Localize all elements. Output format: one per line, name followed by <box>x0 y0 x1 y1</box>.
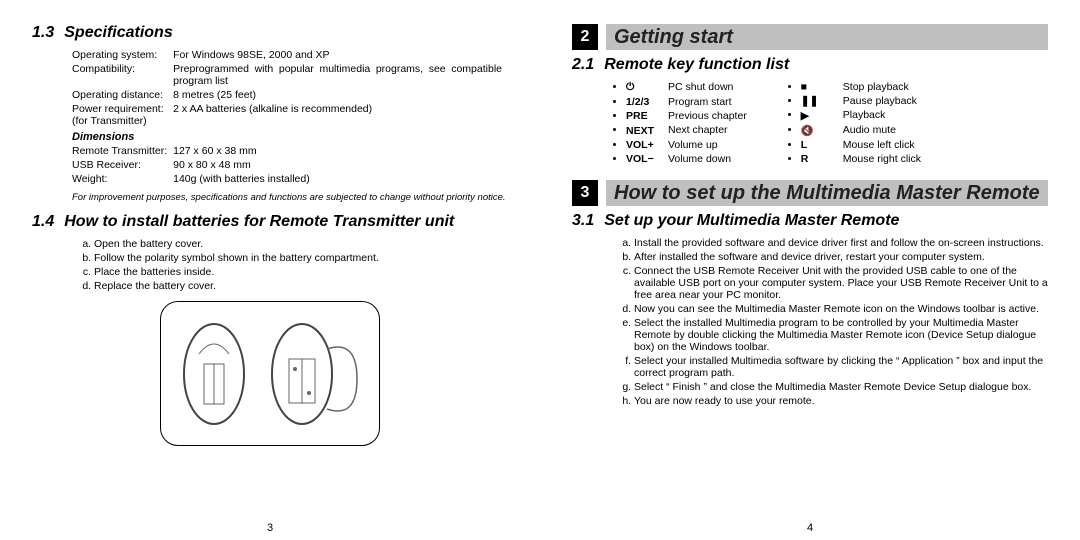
voldown-key: VOL− <box>626 153 668 165</box>
spec-weight-label: Weight: <box>72 172 173 186</box>
key-desc: PC shut down <box>668 81 733 93</box>
heading-1-3-title: Specifications <box>64 24 172 42</box>
heading-2: 2 Getting start <box>572 24 1048 50</box>
list-item: VOL−Volume down <box>626 152 747 166</box>
list-item: Place the batteries inside. <box>94 265 508 279</box>
next-key: NEXT <box>626 125 668 137</box>
heading-3: 3 How to set up the Multimedia Master Re… <box>572 180 1048 206</box>
pre-key: PRE <box>626 110 668 122</box>
spec-usb-label: USB Receiver: <box>72 158 173 172</box>
steps-3-1: Install the provided software and device… <box>634 236 1048 408</box>
key-desc: Previous chapter <box>668 110 747 122</box>
heading-2-1: 2.1 Remote key function list <box>572 56 1048 74</box>
heading-3-1-title: Set up your Multimedia Master Remote <box>604 212 899 230</box>
list-item: RMouse right click <box>801 152 921 166</box>
key-list-col-2: ■Stop playback ❚❚Pause playback ▶Playbac… <box>801 80 921 166</box>
heading-2-title: Getting start <box>606 24 1048 50</box>
list-item: LMouse left click <box>801 138 921 152</box>
key-desc: Playback <box>843 109 886 121</box>
list-item: Connect the USB Remote Receiver Unit wit… <box>634 264 1048 302</box>
heading-3-1: 3.1 Set up your Multimedia Master Remote <box>572 212 1048 230</box>
list-item: ❚❚Pause playback <box>801 94 921 108</box>
list-item: PREPrevious chapter <box>626 109 747 123</box>
page-left: 1.3 Specifications Operating system: For… <box>0 0 540 540</box>
list-item: 🔇Audio mute <box>801 123 921 138</box>
spec-table: Operating system: For Windows 98SE, 2000… <box>72 48 508 186</box>
spec-comp-value: Preprogrammed with popular multimedia pr… <box>173 62 508 88</box>
volup-key: VOL+ <box>626 139 668 151</box>
list-item: Install the provided software and device… <box>634 236 1048 250</box>
rightclick-key: R <box>801 153 843 165</box>
steps-1-4: Open the battery cover. Follow the polar… <box>94 237 508 293</box>
spec-rt-value: 127 x 60 x 38 mm <box>173 144 508 158</box>
list-item: Select “ Finish ” and close the Multimed… <box>634 380 1048 394</box>
heading-2-1-title: Remote key function list <box>604 56 789 74</box>
list-item: ▶Playback <box>801 108 921 122</box>
leftclick-key: L <box>801 139 843 151</box>
heading-3-num: 3 <box>572 180 598 206</box>
heading-2-num: 2 <box>572 24 598 50</box>
power-icon: ⏻ <box>626 81 668 94</box>
spec-comp-label: Compatibility: <box>72 62 173 88</box>
dimensions-heading: Dimensions <box>72 131 502 143</box>
list-item: ■Stop playback <box>801 80 921 94</box>
heading-2-1-num: 2.1 <box>572 56 594 74</box>
page-number-right: 4 <box>807 522 813 534</box>
key-desc: Stop playback <box>843 81 909 93</box>
key-function-list: ⏻PC shut down 1/2/3Program start PREPrev… <box>612 80 1048 166</box>
spec-weight-value: 140g (with batteries installed) <box>173 172 508 186</box>
stop-icon: ■ <box>801 81 843 93</box>
heading-3-1-num: 3.1 <box>572 212 594 230</box>
spec-dist-label: Operating distance: <box>72 88 173 102</box>
spec-footnote: For improvement purposes, specifications… <box>72 192 508 203</box>
list-item: You are now ready to use your remote. <box>634 394 1048 408</box>
list-item: 1/2/3Program start <box>626 95 747 109</box>
spec-rt-label: Remote Transmitter: <box>72 144 173 158</box>
list-item: Replace the battery cover. <box>94 279 508 293</box>
key-desc: Volume up <box>668 139 718 151</box>
remote-closed-illustration <box>179 319 249 429</box>
heading-1-4: 1.4 How to install batteries for Remote … <box>32 213 508 231</box>
key-desc: Audio mute <box>843 124 896 136</box>
heading-1-4-num: 1.4 <box>32 213 54 231</box>
list-item: NEXTNext chapter <box>626 123 747 137</box>
page-right: 2 Getting start 2.1 Remote key function … <box>540 0 1080 540</box>
list-item: Select your installed Multimedia softwar… <box>634 354 1048 380</box>
battery-install-figure <box>160 301 380 446</box>
spec-os-value: For Windows 98SE, 2000 and XP <box>173 48 508 62</box>
spec-os-label: Operating system: <box>72 48 173 62</box>
heading-3-title: How to set up the Multimedia Master Remo… <box>606 180 1048 206</box>
program-key: 1/2/3 <box>626 96 668 108</box>
spec-usb-value: 90 x 80 x 48 mm <box>173 158 508 172</box>
spec-power-value: 2 x AA batteries (alkaline is recommende… <box>173 102 508 128</box>
key-desc: Mouse right click <box>843 153 921 165</box>
key-desc: Program start <box>668 96 732 108</box>
spec-power-label: Power requirement: (for Transmitter) <box>72 102 173 128</box>
list-item: Now you can see the Multimedia Master Re… <box>634 302 1048 316</box>
heading-1-4-title: How to install batteries for Remote Tran… <box>64 213 454 231</box>
key-desc: Next chapter <box>668 124 728 136</box>
list-item: ⏻PC shut down <box>626 80 747 95</box>
key-desc: Mouse left click <box>843 139 915 151</box>
list-item: After installed the software and device … <box>634 250 1048 264</box>
pause-icon: ❚❚ <box>801 95 843 107</box>
mute-icon: 🔇 <box>801 124 843 137</box>
remote-open-illustration <box>267 319 362 429</box>
list-item: Follow the polarity symbol shown in the … <box>94 251 508 265</box>
list-item: VOL+Volume up <box>626 138 747 152</box>
list-item: Select the installed Multimedia program … <box>634 316 1048 354</box>
heading-1-3: 1.3 Specifications <box>32 24 508 42</box>
key-list-col-1: ⏻PC shut down 1/2/3Program start PREPrev… <box>626 80 747 166</box>
play-icon: ▶ <box>801 110 843 122</box>
page-number-left: 3 <box>267 522 273 534</box>
key-desc: Volume down <box>668 153 731 165</box>
key-desc: Pause playback <box>843 95 917 107</box>
heading-1-3-num: 1.3 <box>32 24 54 42</box>
spec-dist-value: 8 metres (25 feet) <box>173 88 508 102</box>
list-item: Open the battery cover. <box>94 237 508 251</box>
